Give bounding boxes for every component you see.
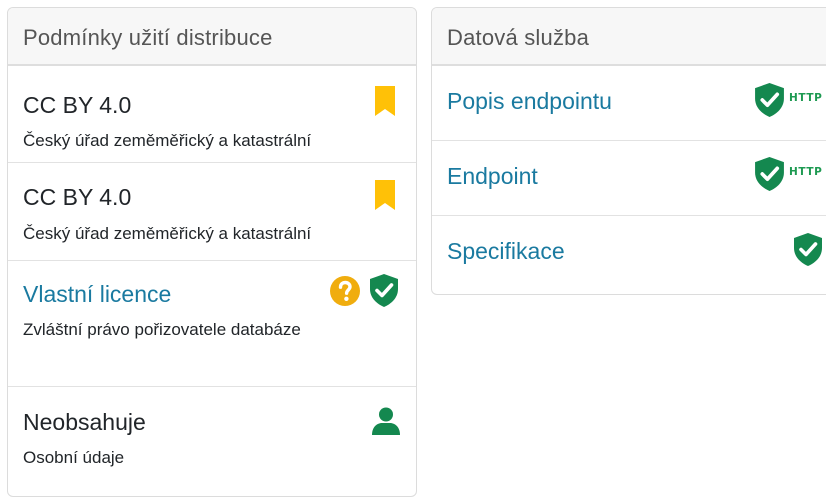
endpoint-description-link[interactable]: Popis endpointu bbox=[447, 88, 612, 115]
distribution-terms-header: Podmínky užití distribuce bbox=[8, 8, 416, 66]
license-item-cc-by-2: CC BY 4.0 Český úřad zeměměřický a katas… bbox=[8, 163, 416, 261]
license-title: CC BY 4.0 bbox=[23, 184, 132, 210]
person-icon bbox=[372, 407, 400, 435]
data-service-card: Datová služba Popis endpointu HTTP Endpo… bbox=[431, 7, 826, 295]
license-item-cc-by-1: CC BY 4.0 Český úřad zeměměřický a katas… bbox=[8, 66, 416, 163]
specification-link[interactable]: Specifikace bbox=[447, 238, 565, 265]
endpoint-description-item: Popis endpointu HTTP bbox=[432, 66, 826, 141]
personal-data-item: Neobsahuje Osobní údaje bbox=[8, 387, 416, 487]
personal-data-subtitle: Osobní údaje bbox=[23, 448, 125, 467]
shield-check-icon bbox=[794, 233, 822, 266]
license-subtitle: Zvláštní právo pořizovatele databáze bbox=[23, 320, 301, 339]
shield-check-icon bbox=[370, 274, 398, 307]
question-circle-icon[interactable] bbox=[330, 276, 360, 306]
data-service-header: Datová služba bbox=[432, 8, 826, 66]
license-title: CC BY 4.0 bbox=[23, 92, 132, 118]
shield-check-icon bbox=[755, 83, 784, 117]
license-author: Český úřad zeměměřický a katastrální bbox=[23, 131, 312, 150]
distribution-terms-card: Podmínky užití distribuce CC BY 4.0 Česk… bbox=[7, 7, 417, 497]
license-item-custom: Vlastní licence Zvláštní právo pořizovat… bbox=[8, 261, 416, 387]
endpoint-link[interactable]: Endpoint bbox=[447, 163, 538, 190]
license-author: Český úřad zeměměřický a katastrální bbox=[23, 224, 312, 243]
bookmark-icon bbox=[375, 180, 395, 210]
bookmark-icon bbox=[375, 86, 395, 116]
personal-data-title: Neobsahuje bbox=[23, 409, 146, 435]
endpoint-item: Endpoint HTTP bbox=[432, 141, 826, 216]
specification-item: Specifikace bbox=[432, 216, 826, 294]
http-badge: HTTP bbox=[789, 166, 823, 178]
shield-check-icon bbox=[755, 157, 784, 191]
custom-license-link[interactable]: Vlastní licence bbox=[23, 281, 171, 308]
http-badge: HTTP bbox=[789, 92, 823, 104]
